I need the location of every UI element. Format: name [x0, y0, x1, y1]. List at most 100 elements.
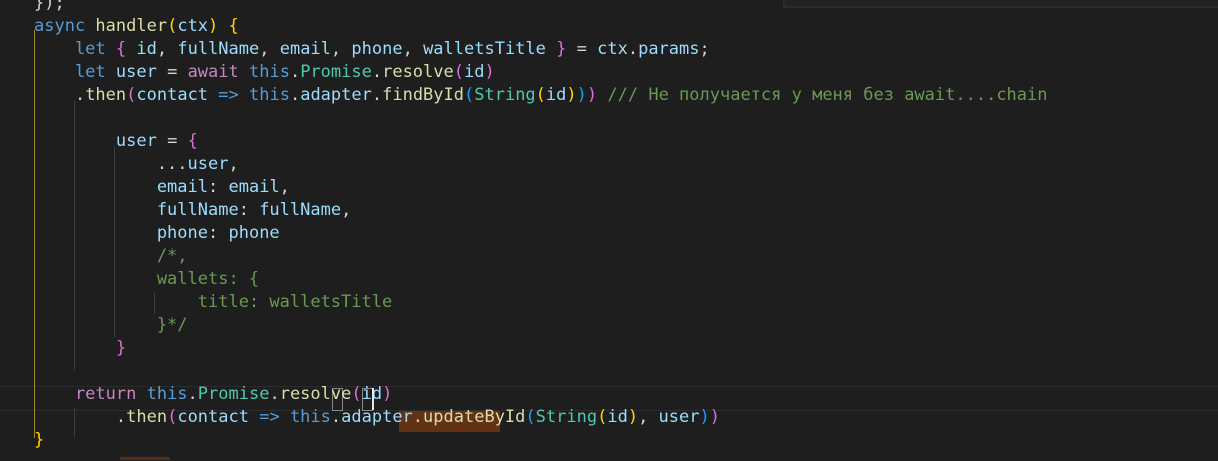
code-token: this	[248, 62, 290, 82]
code-token: )	[382, 384, 393, 404]
code-token: (	[464, 85, 475, 105]
code-token: adapter	[341, 407, 413, 427]
code-token: ;	[699, 39, 710, 59]
code-line-15[interactable]: }*/	[34, 314, 1218, 337]
code-token: email	[34, 177, 208, 197]
code-token: }	[556, 39, 567, 59]
code-token: :	[208, 223, 229, 243]
code-token: (	[525, 407, 536, 427]
code-line-1[interactable]: });	[34, 0, 1218, 15]
code-token: return	[34, 384, 147, 404]
code-token: =>	[208, 85, 249, 105]
code-token: let	[34, 62, 116, 82]
code-token: user	[115, 62, 157, 82]
code-token: .	[289, 85, 301, 105]
code-token: {	[187, 131, 198, 151]
code-token: title: walletsTitle	[34, 292, 393, 312]
code-token: resolve	[279, 384, 352, 404]
code-token: (	[167, 16, 178, 36]
code-token: id	[545, 85, 567, 105]
code-token: Promise	[197, 384, 270, 404]
code-token: wallets: {	[34, 269, 260, 289]
code-token: phone	[34, 223, 208, 243]
code-line-14[interactable]: title: walletsTitle	[34, 291, 1218, 314]
code-token: .	[330, 407, 342, 427]
code-token: user	[115, 131, 157, 151]
code-token: handler	[95, 16, 168, 36]
code-token: phone	[228, 223, 280, 243]
code-token: }*/	[34, 315, 188, 335]
code-token: )	[484, 62, 495, 82]
code-token: (	[351, 384, 362, 404]
code-token: ,	[402, 39, 424, 59]
code-line-3[interactable]: let { id, fullName, email, phone, wallet…	[34, 38, 1218, 61]
code-token: ,	[638, 407, 659, 427]
code-token: id	[607, 407, 628, 427]
code-token: {	[228, 16, 239, 36]
code-line-16[interactable]: }	[34, 337, 1218, 360]
code-token: ,	[330, 39, 352, 59]
code-token: =	[566, 39, 598, 59]
code-token: user	[658, 407, 700, 427]
code-token: adapter	[300, 85, 372, 105]
code-token: String	[535, 407, 598, 427]
code-line-7[interactable]: user = {	[34, 130, 1218, 153]
code-line-18[interactable]: return this.Promise.resolve(id)	[34, 383, 1218, 406]
code-token: )	[709, 407, 720, 427]
code-token: {	[115, 39, 127, 59]
code-token: async	[34, 16, 96, 36]
code-line-5[interactable]: .then(contact => this.adapter.findById(S…	[34, 84, 1218, 107]
code-token: .	[371, 62, 383, 82]
code-line-9[interactable]: email: email,	[34, 176, 1218, 199]
code-line-13[interactable]: wallets: {	[34, 268, 1218, 291]
code-token: =	[156, 131, 188, 151]
code-token: user	[187, 154, 229, 174]
code-token: String	[474, 85, 536, 105]
code-token: =	[156, 62, 188, 82]
code-token: :	[208, 177, 229, 197]
code-token: .	[412, 407, 424, 427]
code-token: /*,	[34, 246, 188, 266]
code-token: /// Не получается у меня без await....ch…	[597, 85, 1048, 105]
code-token: ctx	[177, 16, 209, 36]
code-token: (	[597, 407, 608, 427]
code-token: ctx	[597, 39, 628, 59]
code-token: .	[187, 384, 198, 404]
code-line-4[interactable]: let user = await this.Promise.resolve(id…	[34, 61, 1218, 84]
code-token: email	[228, 177, 280, 197]
code-token: )	[208, 16, 219, 36]
code-token: contact	[136, 85, 209, 105]
code-token: }	[34, 430, 45, 450]
code-line-2[interactable]: async handler(ctx) {	[34, 15, 1218, 38]
code-token: ,	[279, 177, 290, 197]
code-token: .	[34, 85, 86, 105]
code-token: findById	[382, 85, 464, 105]
code-token: await	[187, 62, 249, 82]
code-line-20[interactable]: }	[34, 429, 1218, 452]
code-line-19[interactable]: .then(contact => this.adapter.updateById…	[34, 406, 1218, 429]
code-token: (	[167, 407, 178, 427]
code-line-12[interactable]: /*,	[34, 245, 1218, 268]
code-token: ,	[228, 154, 239, 174]
code-token: resolve	[382, 62, 454, 82]
code-token: id	[464, 62, 485, 82]
code-token: fullName	[259, 200, 342, 220]
code-line-6[interactable]	[34, 107, 1218, 130]
code-token: }	[115, 338, 127, 358]
code-line-11[interactable]: phone: phone	[34, 222, 1218, 245]
code-line-10[interactable]: fullName: fullName,	[34, 199, 1218, 222]
code-line-17[interactable]	[34, 360, 1218, 383]
code-token: (	[126, 85, 137, 105]
code-editor[interactable]: }); async handler(ctx) { let { id, fullNa…	[0, 0, 1218, 461]
code-token: this	[249, 85, 290, 105]
code-line-8[interactable]: ...user,	[34, 153, 1218, 176]
code-token: (	[453, 62, 464, 82]
code-token: phone	[351, 39, 403, 59]
code-token: this	[146, 384, 188, 404]
code-token: ...	[34, 154, 188, 174]
code-token: .	[34, 407, 127, 427]
